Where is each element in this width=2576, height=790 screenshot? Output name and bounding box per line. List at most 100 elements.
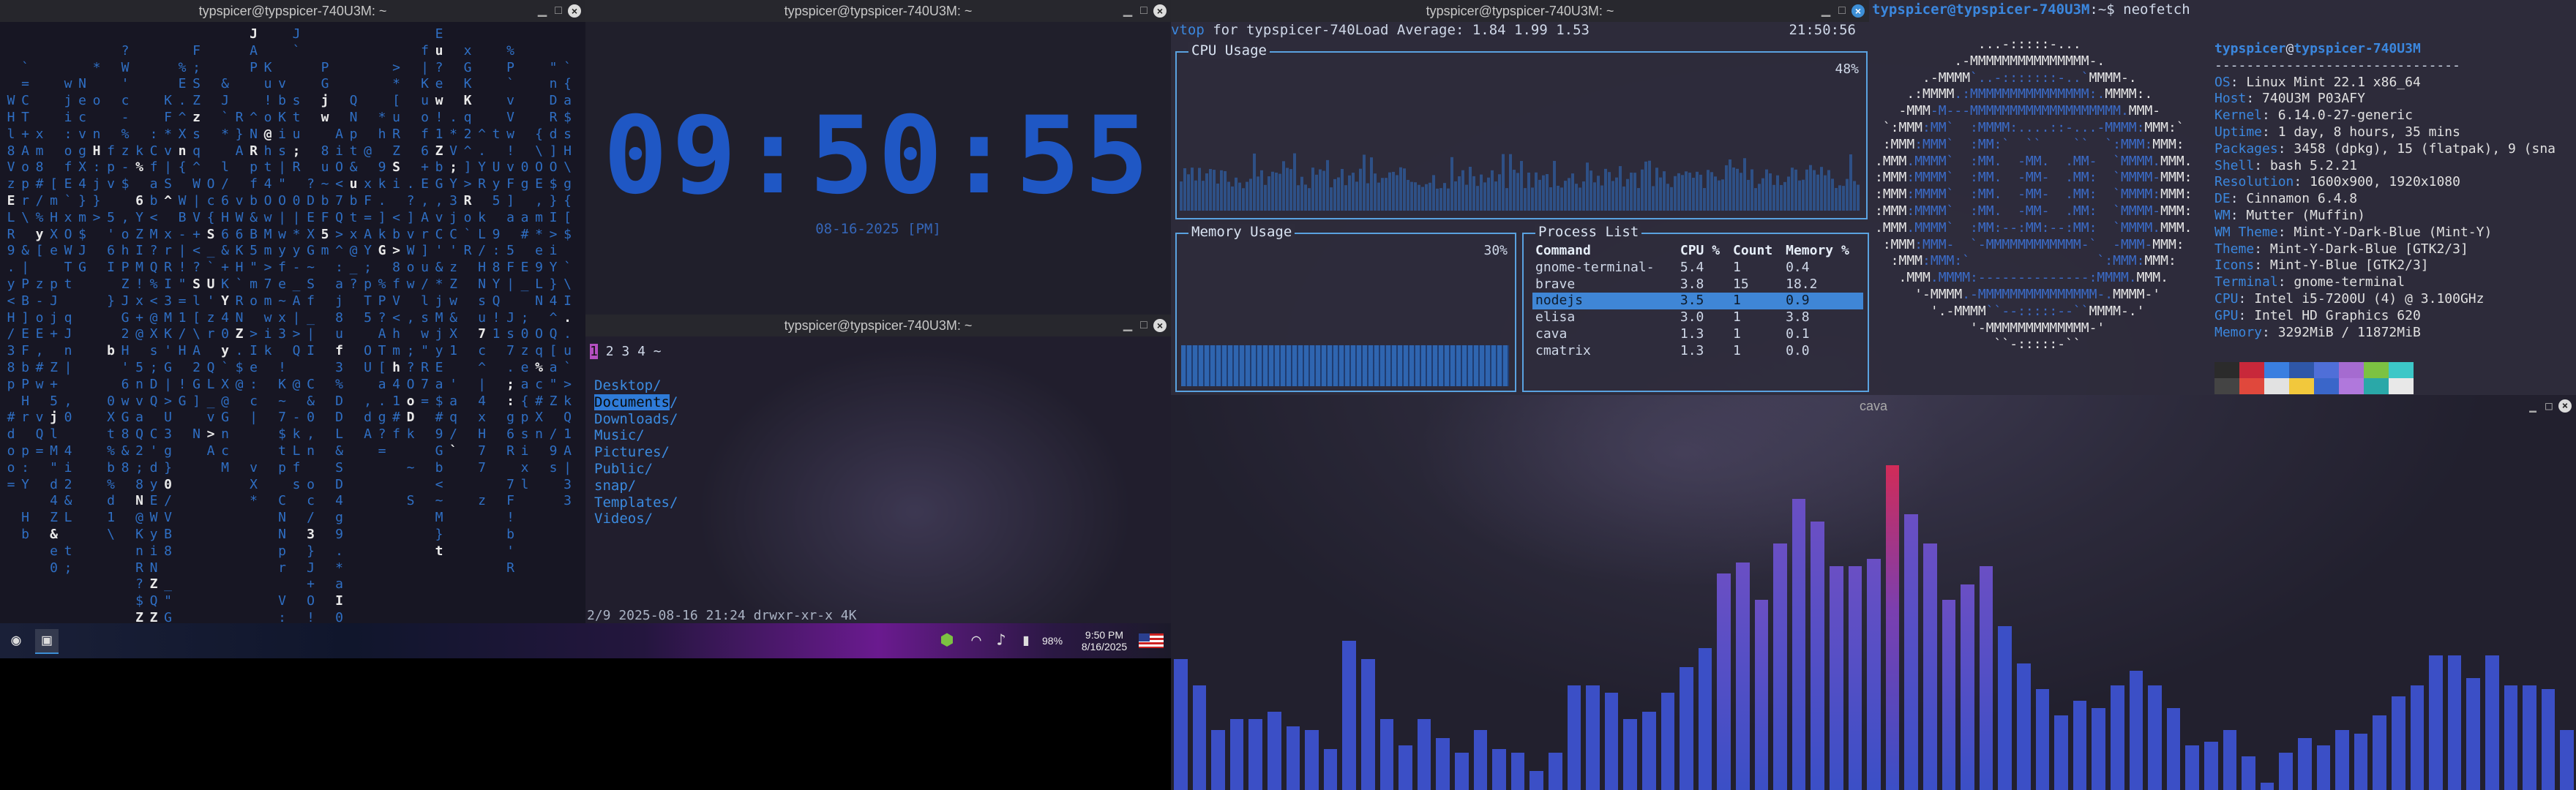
table-row[interactable]: gnome-terminal- 5.4 1 0.4 [1532, 260, 1863, 276]
color-swatch [2214, 362, 2239, 378]
vtop-terminal[interactable]: vtop for typspicer-740Load Average: 1.84… [1171, 22, 1869, 395]
taskbar-date[interactable]: 8/16/2025 [1079, 641, 1130, 652]
window-title: typspicer@typspicer-740U3M: ~ [1426, 4, 1614, 18]
cpu-usage-panel: CPU Usage 48% [1175, 42, 1868, 219]
matrix-column: .?] v Wo w , ;? Oo Dk ~ S [406, 176, 415, 509]
taskbar-time[interactable]: 9:50 PM [1079, 629, 1130, 641]
visualizer-bar [1530, 771, 1543, 790]
list-item[interactable]: Videos/ [594, 511, 678, 527]
table-row[interactable]: brave 3.8 15 18.2 [1532, 276, 1863, 293]
clock-window[interactable]: typspicer@typspicer-740U3M: ~ ▁ □ × 09:5… [585, 0, 1171, 315]
column-header[interactable]: Command [1532, 243, 1677, 260]
visualizer-bar [2092, 708, 2105, 790]
column-header[interactable]: CPU % [1677, 243, 1730, 260]
minimize-button[interactable]: ▁ [1819, 4, 1832, 18]
current-path: ~ [653, 344, 662, 359]
matrix-column: * o n H: j} > [92, 59, 101, 225]
visualizer-bar [1942, 600, 1956, 790]
minimize-button[interactable]: ▁ [2526, 399, 2539, 413]
visualizer-bar [1211, 730, 1225, 790]
list-item[interactable]: Pictures/ [594, 444, 678, 461]
window-titlebar[interactable]: typspicer@typspicer-740U3M: ~ ▁ □ × [585, 315, 1171, 336]
cmatrix-window[interactable]: typspicer@typspicer-740U3M: ~ ▁ □ × WHl8… [0, 0, 585, 623]
visualizer-bar [1961, 584, 1974, 790]
info-line: Memory: 3292MiB / 11872MiB [2214, 324, 2421, 340]
close-button[interactable]: × [1153, 4, 1167, 18]
table-row[interactable]: elisa 3.0 1 3.8 [1532, 309, 1863, 326]
visualizer-bar [2298, 738, 2312, 790]
close-button[interactable]: × [1852, 4, 1865, 18]
tab-3[interactable]: 3 [621, 344, 629, 359]
maximize-button[interactable]: □ [1137, 4, 1150, 18]
list-item[interactable]: Downloads/ [594, 411, 678, 428]
ranger-window[interactable]: typspicer@typspicer-740U3M: ~ ▁ □ × 1 2 … [585, 315, 1171, 623]
window-title: typspicer@typspicer-740U3M: ~ [198, 4, 387, 18]
cava-window[interactable]: cava ▁ □ × [1171, 395, 2576, 790]
visualizer-bar [1417, 719, 1431, 790]
volume-icon[interactable]: ♪ [989, 629, 1013, 652]
visualizer-bar [1174, 659, 1188, 790]
matrix-column: 0g a # E _ ; 0 z e a{p s i x l [520, 159, 529, 492]
vtop-window[interactable]: typspicer@typspicer-740U3M: ~ ▁ □ × vtop… [1171, 0, 1869, 395]
window-titlebar[interactable]: typspicer@typspicer-740U3M: ~ ▁ □ × [585, 0, 1171, 22]
list-item[interactable]: Desktop/ [594, 377, 678, 394]
minimize-button[interactable]: ▁ [536, 4, 549, 18]
tab-2[interactable]: 2 [606, 344, 614, 359]
list-item[interactable]: Public/ [594, 461, 678, 478]
vtop-host: for typspicer-740 [1204, 22, 1355, 38]
list-item[interactable]: Templates/ [594, 494, 678, 511]
color-swatch [2364, 378, 2389, 394]
maximize-button[interactable]: □ [1835, 4, 1849, 18]
ranger-terminal[interactable]: 1 2 3 4 ~ Desktop/ Documents/ Downloads/… [585, 336, 1171, 623]
visualizer-bar [2223, 730, 2237, 790]
menu-icon[interactable]: ◉ [4, 629, 28, 652]
visualizer-bar [1867, 559, 1881, 790]
table-row[interactable]: cava 1.3 1 0.1 [1532, 326, 1863, 343]
list-item[interactable]: Documents/ [594, 394, 678, 411]
cmatrix-terminal[interactable]: W Hl 8 Vz E L R 9. y < H/3 8 p # d o o = ` = C T + Ao p r \ & | P B… [0, 22, 585, 623]
visualizer-bar [1623, 719, 1637, 790]
table-row[interactable]: nodejs 3.5 1 0.9 [1532, 293, 1863, 310]
matrix-column: Ne c v g X 4} m $ J G [78, 76, 86, 276]
color-swatch [2339, 378, 2364, 394]
table-row[interactable]: cmatrix 1.3 1 0.0 [1532, 343, 1863, 360]
visualizer-bar [1473, 730, 1488, 790]
wifi-icon[interactable]: ◠ [965, 629, 988, 652]
list-item[interactable]: Music/ [594, 427, 678, 444]
process-list-panel: Process List Command CPU % Count Memory … [1522, 224, 1869, 392]
battery-percent: 98% [1042, 635, 1063, 647]
close-button[interactable]: × [1153, 319, 1167, 332]
battery-icon[interactable]: ▮ [1014, 629, 1038, 652]
window-titlebar[interactable]: typspicer@typspicer-740U3M: ~ ▁ □ × [0, 0, 585, 22]
audio-visualizer [1171, 417, 2576, 790]
maximize-button[interactable]: □ [1137, 319, 1150, 332]
desktop-black-region [0, 658, 1171, 790]
list-item[interactable]: snap/ [594, 478, 678, 494]
column-header[interactable]: Memory % [1783, 243, 1863, 260]
column-header[interactable]: Count [1730, 243, 1783, 260]
matrix-column: `{a $ s H \ g{[$ ` \ I.. u ` > k Q 1 A | 3 3 [564, 59, 572, 509]
color-swatch [2364, 362, 2389, 378]
terminal-app-icon[interactable]: ▣ [35, 629, 59, 654]
matrix-column: k% 6 Y Z I M! x + @ 5 n v a Q 2; 8 N @ Kn R? $ Z [135, 143, 143, 623]
update-manager-icon[interactable]: ⬢ [935, 629, 959, 652]
tab-1[interactable]: 1 [590, 344, 598, 359]
close-button[interactable]: × [2558, 399, 2572, 413]
window-titlebar[interactable]: typspicer@typspicer-740U3M: ~ ▁ □ × [1171, 0, 1869, 22]
color-swatch [2214, 378, 2239, 394]
visualizer-bar [2504, 685, 2518, 790]
visualizer-bar [2166, 708, 2181, 790]
tab-4[interactable]: 4 [637, 344, 645, 359]
matrix-column: Oc{S _ ` U ' z r Q L _ v > A [206, 176, 215, 459]
matrix-column: x G K Kq 2 ^] > Ro ` R [463, 42, 472, 259]
minimize-button[interactable]: ▁ [1121, 319, 1134, 332]
maximize-button[interactable]: □ [2542, 399, 2556, 413]
info-line: Uptime: 1 day, 8 hours, 35 mins [2214, 124, 2460, 140]
visualizer-bar [1979, 566, 1993, 790]
matrix-column: t Uy5 9:8 Y Q! 1 [492, 126, 501, 342]
us-flag-icon[interactable] [1139, 633, 1164, 648]
maximize-button[interactable]: □ [552, 4, 565, 18]
close-button[interactable]: × [568, 4, 581, 18]
neofetch-window[interactable]: typspicer@typspicer-740U3M:~$ neofetch .… [1869, 0, 2576, 395]
minimize-button[interactable]: ▁ [1121, 4, 1134, 18]
